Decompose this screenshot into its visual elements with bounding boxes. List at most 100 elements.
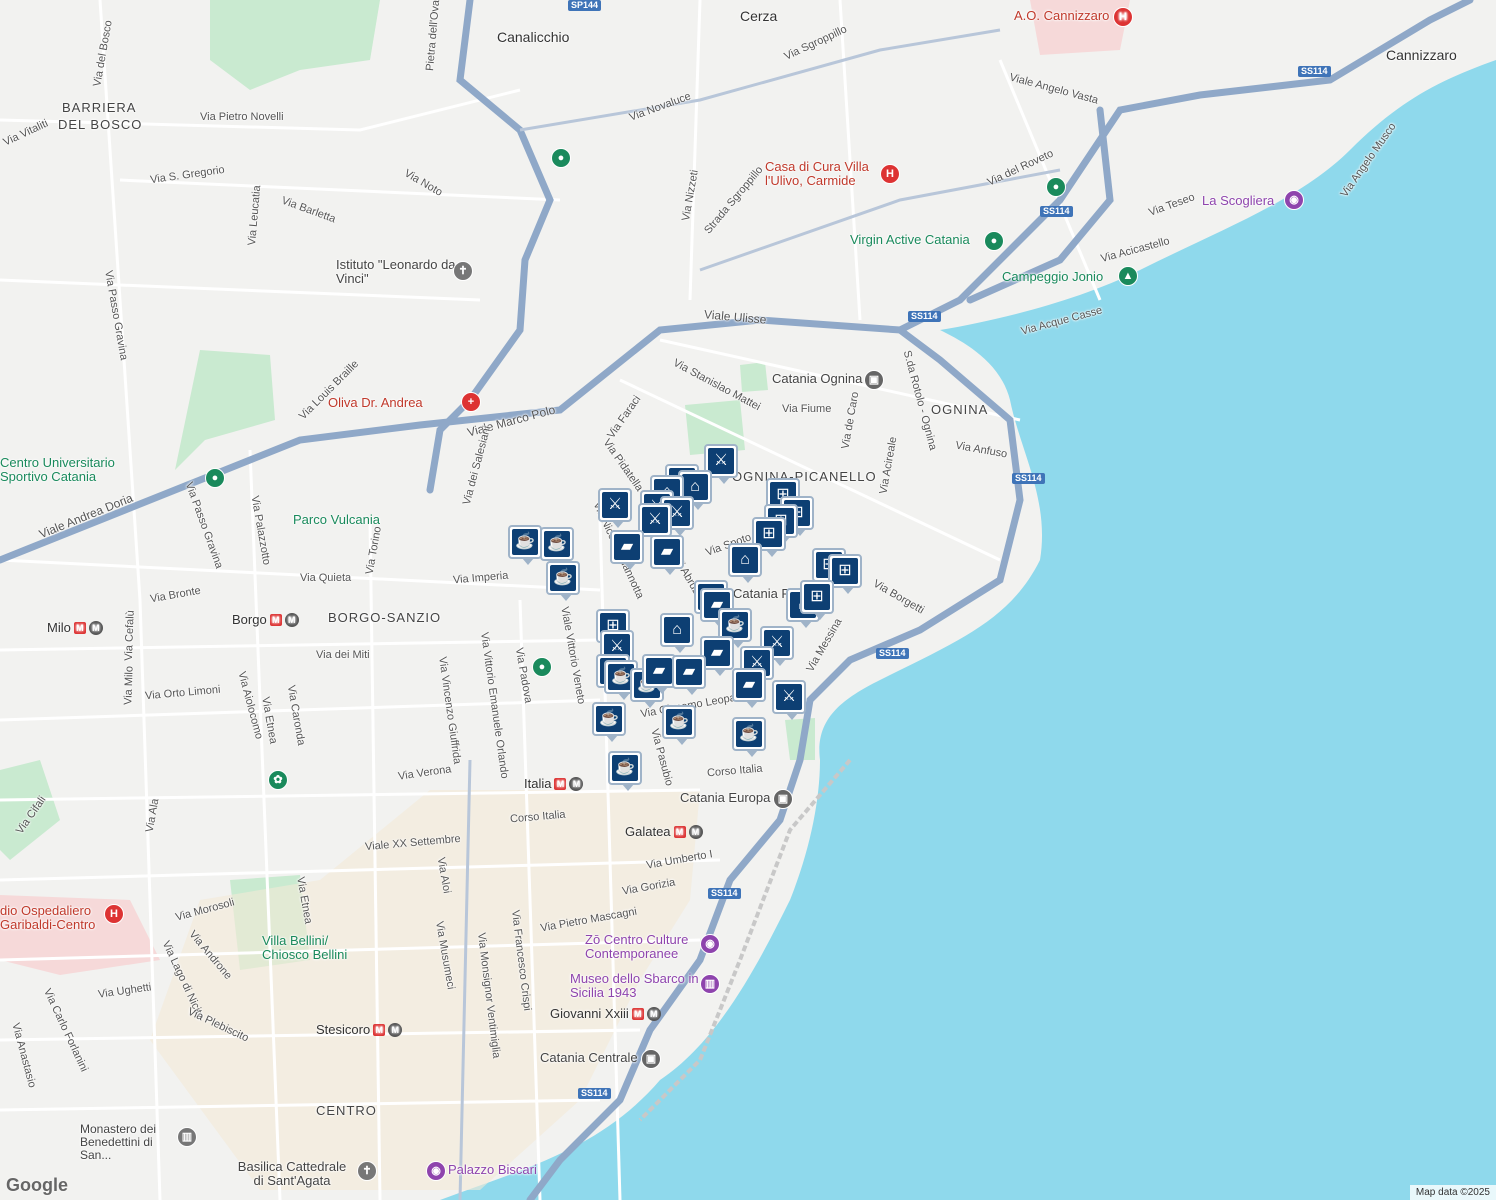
sports-label[interactable]: Centro Universitario Sportivo Catania [0, 455, 130, 485]
cafe-icon: ☕ [736, 721, 762, 747]
district-label: BORGO-SANZIO [328, 610, 442, 625]
poi-marker[interactable]: ▰ [672, 655, 706, 695]
pharmacy-label[interactable]: Oliva Dr. Andrea [328, 396, 423, 409]
museum-label[interactable]: Museo dello Sbarco in Sicilia 1943 [570, 971, 700, 1001]
metro-icon: M [73, 621, 86, 634]
metro-icon: M [569, 776, 584, 791]
metro-icon: M [554, 777, 567, 790]
route-shield: SS114 [1040, 206, 1073, 217]
park-icon: ● [532, 657, 552, 677]
restaurant-icon: ⚔ [708, 448, 734, 474]
metro-icon: M [284, 612, 299, 627]
poi-marker[interactable]: ☕ [508, 525, 542, 565]
hospital-label[interactable]: dio Ospedaliero Garibaldi-Centro [0, 903, 110, 933]
poi-marker[interactable]: ▰ [642, 654, 676, 694]
camping-icon: ▲ [1118, 266, 1138, 286]
metro-icon: M [673, 825, 686, 838]
hospital-icon: H [880, 164, 900, 184]
station-label[interactable]: Catania Centrale [540, 1051, 638, 1064]
metro-station[interactable]: Milo M M [47, 620, 103, 635]
camera-icon: ◉ [1284, 190, 1304, 210]
poi-marker[interactable]: ☕ [608, 751, 642, 791]
museum-label[interactable]: Zō Centro Culture Contemporanee [585, 932, 695, 962]
park-icon: ● [551, 148, 571, 168]
metro-icon: M [269, 613, 282, 626]
poi-marker[interactable]: ☕ [732, 717, 766, 757]
pharmacy-icon: + [461, 392, 481, 412]
attraction-label[interactable]: La Scogliera [1202, 194, 1274, 207]
museum-icon: ▥ [177, 1127, 197, 1147]
hospital-label[interactable]: A.O. Cannizzaro H [1014, 7, 1133, 27]
poi-marker[interactable]: ▰ [610, 530, 644, 570]
museum-icon: ▥ [700, 974, 720, 994]
poi-marker[interactable]: ⚔ [772, 680, 806, 720]
shopping-bag-icon: ▰ [736, 672, 762, 698]
poi-marker[interactable]: ⌂ [728, 543, 762, 583]
train-icon: ▣ [864, 370, 884, 390]
google-logo: Google [6, 1175, 68, 1195]
restaurant-icon: ⚔ [642, 507, 668, 533]
street-label: Via Fiume [782, 403, 832, 415]
cafe-icon: ☕ [512, 529, 538, 555]
street-label: Via Milo [122, 665, 136, 706]
poi-marker[interactable]: ⚔ [598, 488, 632, 528]
street-label: Via Cefalù [122, 610, 137, 661]
camping-label[interactable]: Campeggio Jonio [1002, 270, 1103, 283]
park-label[interactable]: Villa Bellini/ Chiosco Bellini [262, 933, 362, 963]
route-shield: SS114 [708, 888, 741, 899]
metro-icon: M [88, 620, 103, 635]
church-icon: ✝ [453, 261, 473, 281]
district-label: CENTRO [316, 1103, 377, 1118]
poi-marker[interactable]: ☕ [540, 527, 574, 567]
shopping-bag-icon: ▰ [676, 659, 702, 685]
attraction-label[interactable]: Palazzo Biscari [448, 1163, 537, 1176]
district-label: DEL BOSCO [58, 117, 143, 132]
map-attribution[interactable]: Map data ©2025 [1409, 1185, 1496, 1200]
district-label: OGNINA-PICANELLO [732, 469, 877, 484]
gym-label[interactable]: Virgin Active Catania [850, 233, 970, 246]
school-icon: ⌂ [664, 617, 690, 643]
street-label: Via Quieta [300, 572, 352, 584]
metro-icon: M [646, 1006, 661, 1021]
restaurant-icon: ⚔ [776, 684, 802, 710]
metro-station[interactable]: Italia M M [524, 776, 584, 791]
metro-station[interactable]: Galatea M M [625, 824, 703, 839]
poi-marker[interactable]: ▰ [732, 668, 766, 708]
station-label[interactable]: Catania Europa [680, 791, 770, 804]
grocery-cart-icon: ⊞ [804, 584, 830, 610]
monument-label[interactable]: Monastero dei Benedettini di San... [80, 1122, 180, 1163]
hospital-icon: H [1113, 7, 1133, 27]
route-shield: SS114 [876, 648, 909, 659]
route-shield: SS114 [908, 311, 941, 322]
garden-icon: ✿ [268, 770, 288, 790]
church-label[interactable]: Basilica Cattedrale di Sant'Agata [232, 1159, 352, 1189]
poi-marker[interactable]: ☕ [592, 702, 626, 742]
map-canvas[interactable]: Canalicchio Cerza Cannizzaro BARRIERA DE… [0, 0, 1496, 1200]
poi-marker[interactable]: ⊞ [800, 580, 834, 620]
cafe-icon: ☕ [550, 565, 576, 591]
cafe-icon: ☕ [612, 755, 638, 781]
street-label: Via Pietro Novelli [200, 111, 284, 123]
metro-station[interactable]: Borgo M M [232, 612, 299, 627]
cafe-icon: ☕ [722, 612, 748, 638]
route-shield: SS114 [578, 1088, 611, 1099]
route-shield: SS114 [1298, 66, 1331, 77]
poi-marker[interactable]: ⌂ [660, 613, 694, 653]
metro-station[interactable]: Stesicoro M M [316, 1022, 403, 1037]
station-label[interactable]: Catania Ognina [772, 372, 862, 385]
poi-marker[interactable]: ☕ [546, 561, 580, 601]
hospital-label[interactable]: Casa di Cura Villa l'Ulivo, Carmide [765, 159, 885, 189]
school-label[interactable]: Istituto "Leonardo da Vinci" [336, 257, 456, 287]
poi-marker[interactable]: ☕ [662, 705, 696, 745]
school-icon: ⌂ [732, 547, 758, 573]
district-label: OGNINA [931, 402, 989, 417]
metro-icon: M [688, 824, 703, 839]
shopping-bag-icon: ▰ [704, 640, 730, 666]
poi-marker[interactable]: ▰ [650, 535, 684, 575]
metro-station[interactable]: Giovanni Xxiii M M [550, 1006, 661, 1021]
place-label: Cannizzaro [1386, 47, 1457, 63]
shopping-bag-icon: ▰ [646, 658, 672, 684]
park-label[interactable]: Parco Vulcania [293, 513, 380, 526]
camera-icon: ◉ [700, 934, 720, 954]
camera-icon: ◉ [426, 1161, 446, 1181]
